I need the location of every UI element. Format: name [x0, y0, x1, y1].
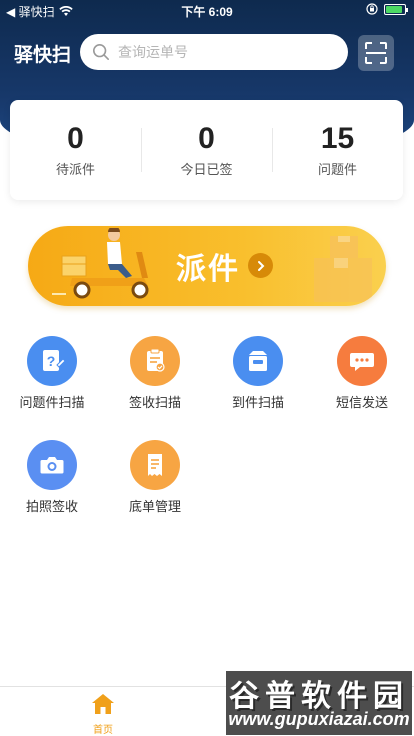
orientation-lock-icon	[366, 3, 378, 15]
stat-label: 今日已签	[180, 162, 233, 177]
menu-label: 短信发送	[335, 395, 388, 410]
menu-item-sign-scan[interactable]: 签收扫描	[110, 336, 200, 411]
status-right	[366, 3, 408, 15]
sign-doc-icon	[130, 336, 180, 386]
package-box-icon	[233, 336, 283, 386]
stat-label: 待派件	[55, 162, 95, 177]
menu-item-sms-send[interactable]: 短信发送	[317, 336, 407, 411]
watermark-url: www.gupuxiazai.com	[228, 709, 410, 729]
svg-text:?: ?	[47, 353, 56, 369]
menu-label: 签收扫描	[128, 395, 181, 410]
menu-label: 到件扫描	[231, 395, 284, 410]
scan-icon	[365, 42, 387, 64]
menu-label: 拍照签收	[25, 499, 78, 514]
stat-signed-today[interactable]: 0 今日已签	[141, 122, 272, 178]
chevron-right-icon	[248, 253, 273, 278]
menu-item-arrival-scan[interactable]: 到件扫描	[213, 336, 303, 411]
courier-scooter-illustration	[52, 228, 149, 299]
scan-button[interactable]	[358, 35, 394, 71]
stat-value: 15	[320, 122, 355, 155]
stats-card: 0 待派件 0 今日已签 15 问题件	[10, 100, 403, 200]
search-bar[interactable]	[80, 34, 348, 70]
home-icon	[92, 694, 114, 714]
tab-home-label: 首页	[93, 725, 113, 736]
menu-item-receipt-management[interactable]: 底单管理	[110, 440, 200, 515]
receipt-icon	[130, 440, 180, 490]
menu-item-photo-sign[interactable]: 拍照签收	[7, 440, 97, 515]
parcel-boxes-illustration	[314, 236, 372, 302]
stat-pending-dispatch[interactable]: 0 待派件	[10, 122, 141, 178]
message-icon	[337, 336, 387, 386]
menu-item-problem-scan[interactable]: ? 问题件扫描	[7, 336, 97, 411]
dispatch-label: 派件	[176, 253, 240, 286]
stat-value: 0	[198, 122, 215, 155]
status-bar: ◀ 驿快扫 下午 6:09	[0, 0, 414, 22]
stat-problem-items[interactable]: 15 问题件	[272, 122, 403, 178]
app-title: 驿快扫	[14, 45, 72, 66]
stat-value: 0	[67, 122, 84, 155]
menu-label: 问题件扫描	[19, 395, 85, 410]
menu-label: 底单管理	[128, 499, 181, 514]
search-icon	[92, 43, 110, 61]
stat-label: 问题件	[317, 162, 357, 177]
search-input[interactable]	[118, 44, 338, 60]
dispatch-button[interactable]: 派件	[28, 226, 386, 306]
tab-home[interactable]: 首页	[78, 693, 128, 736]
status-time: 下午 6:09	[181, 5, 233, 19]
battery-icon	[384, 3, 408, 15]
question-doc-icon: ?	[27, 336, 77, 386]
watermark-overlay: 谷普软件园 www.gupuxiazai.com	[226, 671, 412, 735]
camera-icon	[27, 440, 77, 490]
